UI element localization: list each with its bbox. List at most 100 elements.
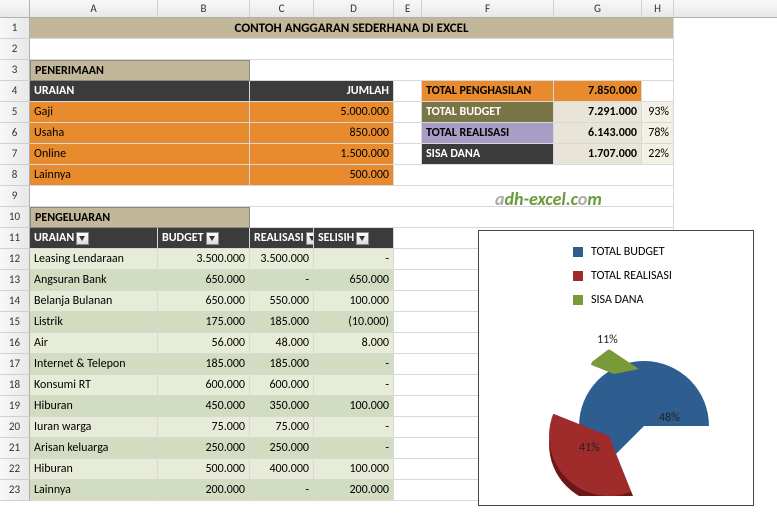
empty-cell[interactable]	[642, 81, 674, 102]
expense-realisasi[interactable]: 48.000	[250, 333, 314, 354]
empty-cell[interactable]	[250, 207, 674, 228]
expense-budget[interactable]: 200.000	[158, 480, 250, 501]
sum-value[interactable]: 7.850.000	[554, 81, 642, 102]
row-header[interactable]: 7	[0, 144, 30, 165]
income-item[interactable]: Usaha	[30, 123, 250, 144]
col-header-f[interactable]: F	[422, 0, 554, 17]
expense-budget[interactable]: 600.000	[158, 375, 250, 396]
col-header-a[interactable]: A	[30, 0, 158, 17]
empty-cell[interactable]	[394, 123, 422, 144]
income-value[interactable]: 1.500.000	[250, 144, 394, 165]
expense-realisasi[interactable]: 3.500.000	[250, 249, 314, 270]
filter-dropdown-icon[interactable]	[356, 232, 369, 245]
expense-selisih[interactable]: (10.000)	[314, 312, 394, 333]
row-header[interactable]: 10	[0, 207, 30, 228]
sum-value[interactable]: 6.143.000	[554, 123, 642, 144]
row-header[interactable]: 19	[0, 396, 30, 417]
row-header[interactable]: 5	[0, 102, 30, 123]
row-header[interactable]: 22	[0, 459, 30, 480]
expense-selisih[interactable]: -	[314, 354, 394, 375]
expense-item[interactable]: Hiburan	[30, 396, 158, 417]
col-header-e[interactable]: E	[394, 0, 422, 17]
expense-item[interactable]: Air	[30, 333, 158, 354]
income-item[interactable]: Gaji	[30, 102, 250, 123]
col-header-c[interactable]: C	[250, 0, 314, 17]
expense-selisih[interactable]: -	[314, 249, 394, 270]
empty-cell[interactable]	[394, 165, 674, 186]
expense-realisasi[interactable]: -	[250, 480, 314, 501]
income-value[interactable]: 5.000.000	[250, 102, 394, 123]
th-budget[interactable]: BUDGET	[158, 228, 250, 249]
expense-item[interactable]: Hiburan	[30, 459, 158, 480]
filter-dropdown-icon[interactable]	[76, 232, 89, 245]
expense-budget[interactable]: 3.500.000	[158, 249, 250, 270]
row-header[interactable]: 8	[0, 165, 30, 186]
col-header-b[interactable]: B	[158, 0, 250, 17]
page-title[interactable]: CONTOH ANGGARAN SEDERHANA DI EXCEL	[30, 18, 674, 39]
col-header-h[interactable]: H	[642, 0, 674, 17]
sum-pct[interactable]: 78%	[642, 123, 674, 144]
expense-budget[interactable]: 250.000	[158, 438, 250, 459]
expense-budget[interactable]: 650.000	[158, 270, 250, 291]
row-header[interactable]: 9	[0, 186, 30, 207]
expense-realisasi[interactable]: 550.000	[250, 291, 314, 312]
row-header[interactable]: 1	[0, 18, 30, 39]
sum-label[interactable]: TOTAL BUDGET	[422, 102, 554, 123]
sum-label[interactable]: TOTAL PENGHASILAN	[422, 81, 554, 102]
expense-budget[interactable]: 185.000	[158, 354, 250, 375]
row-header[interactable]: 14	[0, 291, 30, 312]
expense-budget[interactable]: 175.000	[158, 312, 250, 333]
th-uraian[interactable]: URAIAN	[30, 228, 158, 249]
expense-budget[interactable]: 450.000	[158, 396, 250, 417]
th-jumlah[interactable]: JUMLAH	[250, 81, 394, 102]
expense-selisih[interactable]: -	[314, 375, 394, 396]
sum-pct[interactable]: 93%	[642, 102, 674, 123]
col-header-d[interactable]: D	[314, 0, 394, 17]
expense-realisasi[interactable]: 400.000	[250, 459, 314, 480]
row-header[interactable]: 17	[0, 354, 30, 375]
sum-label[interactable]: TOTAL REALISASI	[422, 123, 554, 144]
expense-item[interactable]: Internet & Telepon	[30, 354, 158, 375]
row-header[interactable]: 12	[0, 249, 30, 270]
row-header[interactable]: 11	[0, 228, 30, 249]
expense-item[interactable]: Leasing Lendaraan	[30, 249, 158, 270]
expense-selisih[interactable]: 100.000	[314, 459, 394, 480]
expense-item[interactable]: Listrik	[30, 312, 158, 333]
sum-value[interactable]: 7.291.000	[554, 102, 642, 123]
expense-item[interactable]: Belanja Bulanan	[30, 291, 158, 312]
select-all-corner[interactable]	[0, 0, 30, 17]
expense-item[interactable]: Angsuran Bank	[30, 270, 158, 291]
pengeluaran-header[interactable]: PENGELUARAN	[30, 207, 250, 228]
row-header[interactable]: 18	[0, 375, 30, 396]
expense-selisih[interactable]: 650.000	[314, 270, 394, 291]
row-header[interactable]: 13	[0, 270, 30, 291]
expense-budget[interactable]: 650.000	[158, 291, 250, 312]
expense-realisasi[interactable]: 75.000	[250, 417, 314, 438]
row-header[interactable]: 2	[0, 39, 30, 60]
sum-value[interactable]: 1.707.000	[554, 144, 642, 165]
row-header[interactable]: 6	[0, 123, 30, 144]
th-selisih[interactable]: SELISIH	[314, 228, 394, 249]
expense-item[interactable]: Lainnya	[30, 480, 158, 501]
empty-cell[interactable]	[250, 60, 674, 81]
expense-selisih[interactable]: -	[314, 417, 394, 438]
empty-cell[interactable]	[394, 81, 422, 102]
expense-realisasi[interactable]: 250.000	[250, 438, 314, 459]
row-header[interactable]: 4	[0, 81, 30, 102]
expense-realisasi[interactable]: 350.000	[250, 396, 314, 417]
income-item[interactable]: Lainnya	[30, 165, 250, 186]
filter-dropdown-icon[interactable]	[206, 232, 219, 245]
expense-selisih[interactable]: 100.000	[314, 291, 394, 312]
row-header[interactable]: 3	[0, 60, 30, 81]
expense-selisih[interactable]: 100.000	[314, 396, 394, 417]
filter-dropdown-icon[interactable]	[306, 232, 314, 245]
col-header-g[interactable]: G	[554, 0, 642, 17]
th-uraian[interactable]: URAIAN	[30, 81, 250, 102]
income-value[interactable]: 500.000	[250, 165, 394, 186]
empty-cell[interactable]	[30, 186, 674, 207]
sum-label[interactable]: SISA DANA	[422, 144, 554, 165]
expense-realisasi[interactable]: 185.000	[250, 354, 314, 375]
expense-item[interactable]: Iuran warga	[30, 417, 158, 438]
expense-realisasi[interactable]: 185.000	[250, 312, 314, 333]
expense-selisih[interactable]: 200.000	[314, 480, 394, 501]
